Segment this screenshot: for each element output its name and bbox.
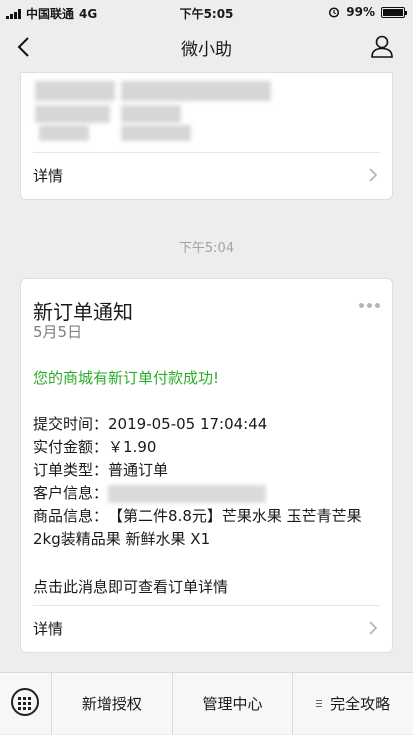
detail-row[interactable]: 详情 [33, 605, 380, 652]
order-message-card[interactable]: 新订单通知 5月5日 您的商城有新订单付款成功! 提交时间：2019-05-05… [20, 278, 393, 653]
menu-item-management-center[interactable]: 管理中心 [173, 673, 294, 734]
time-separator: 下午5:04 [178, 241, 235, 256]
redacted-content [121, 81, 271, 101]
info-row-order-type: 订单类型：普通订单 [33, 459, 380, 482]
redacted-content [121, 105, 181, 123]
redacted-content [39, 125, 89, 141]
chevron-right-icon [369, 168, 378, 182]
nav-bar: 微小助 [0, 24, 413, 70]
more-options-icon[interactable] [359, 303, 380, 308]
order-info: 提交时间：2019-05-05 17:04:44 实付金额：￥1.90 订单类型… [33, 413, 380, 551]
message-date: 5月5日 [33, 323, 83, 341]
info-value: ￥1.90 [108, 438, 157, 456]
redacted-customer-info [108, 484, 267, 503]
user-profile-icon[interactable] [369, 33, 395, 59]
menu-label: 管理中心 [202, 695, 263, 713]
info-value: 普通订单 [108, 461, 169, 479]
detail-row[interactable]: 详情 [33, 152, 380, 199]
menu-label: 完全攻略 [330, 695, 391, 713]
message-footer: 点击此消息即可查看订单详情 [33, 578, 229, 596]
alarm-icon [329, 7, 340, 18]
keyboard-toggle-button[interactable] [0, 673, 52, 735]
detail-label: 详情 [33, 620, 64, 638]
info-label: 实付金额： [33, 438, 109, 456]
message-highlight: 您的商城有新订单付款成功! [33, 369, 220, 387]
keyboard-keys [18, 697, 31, 710]
status-right: 99% [328, 5, 407, 19]
menu-item-complete-guide[interactable]: 完全攻略 [293, 673, 413, 734]
info-row-amount: 实付金额：￥1.90 [33, 436, 380, 459]
battery-percent: 99% [346, 5, 375, 19]
previous-message-card[interactable]: 详情 [20, 72, 393, 200]
submenu-icon [316, 700, 323, 707]
info-row-customer: 客户信息： [33, 482, 380, 505]
info-label: 订单类型： [33, 461, 109, 479]
detail-label: 详情 [33, 167, 64, 185]
battery-icon [381, 6, 407, 18]
menu-label: 新增授权 [81, 695, 142, 713]
menu-item-add-authorization[interactable]: 新增授权 [52, 673, 173, 734]
status-bar: 中国联通 4G 下午5:05 99% [0, 0, 413, 24]
info-label: 提交时间： [33, 415, 109, 433]
redacted-content [35, 105, 110, 123]
bottom-menu: 新增授权 管理中心 完全攻略 [0, 672, 413, 735]
info-row-product: 商品信息：【第二件8.8元】芒果水果 玉芒青芒果 2kg装精品果 新鲜水果 X1 [33, 505, 380, 551]
info-label: 商品信息： [33, 507, 109, 525]
redacted-content [121, 125, 191, 141]
info-row-submit-time: 提交时间：2019-05-05 17:04:44 [33, 413, 380, 436]
info-value: 2019-05-05 17:04:44 [108, 415, 268, 433]
chevron-right-icon [369, 621, 378, 635]
info-label: 客户信息： [33, 484, 109, 502]
page-title: 微小助 [181, 40, 232, 60]
redacted-content [35, 81, 115, 101]
